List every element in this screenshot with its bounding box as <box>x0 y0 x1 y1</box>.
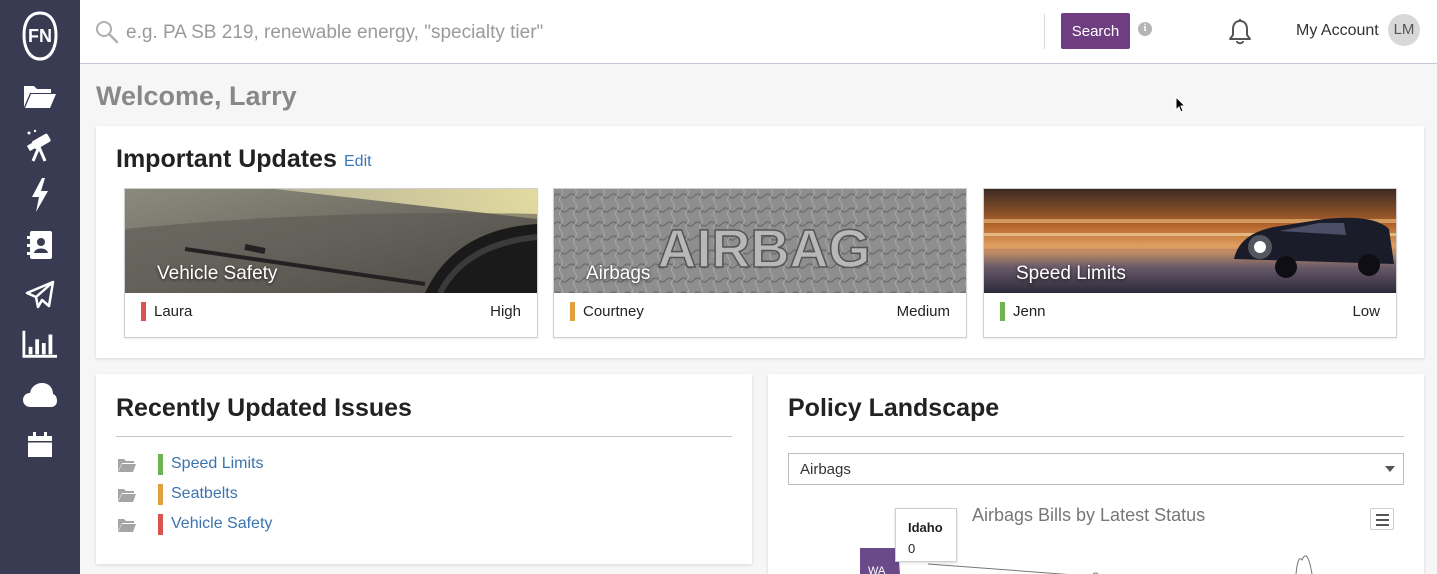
tile-priority: Medium <box>896 303 950 320</box>
policy-landscape-card: Policy Landscape Airbags Airbags Bills b… <box>768 374 1424 574</box>
tile-owner: Jenn <box>1013 303 1046 320</box>
issue-color-bar <box>158 514 163 535</box>
mouse-cursor-icon <box>1175 96 1187 113</box>
bar-chart-icon[interactable] <box>22 326 58 362</box>
tile-owner: Laura <box>154 303 193 320</box>
tile-owner: Courtney <box>583 303 644 320</box>
issue-label[interactable]: Vehicle Safety <box>171 515 272 533</box>
divider <box>116 436 732 437</box>
search-icon <box>95 20 119 44</box>
svg-text:AIRBAG: AIRBAG <box>658 219 871 279</box>
my-account-link[interactable]: My Account <box>1296 22 1379 40</box>
bell-icon[interactable] <box>1227 18 1253 46</box>
caret-down-icon <box>1385 466 1395 472</box>
contacts-book-icon[interactable] <box>22 227 58 263</box>
map-title: Airbags Bills by Latest Status <box>972 505 1206 525</box>
priority-color-bar <box>570 302 575 321</box>
tile-title: Speed Limits <box>1016 263 1126 284</box>
issue-label[interactable]: Seatbelts <box>171 485 238 503</box>
policy-landscape-title: Policy Landscape <box>788 394 1000 422</box>
top-divider <box>1044 14 1045 49</box>
tile-priority: High <box>490 303 521 320</box>
update-tile-airbags[interactable]: AIRBAG Airbags Courtney Medium <box>553 188 967 338</box>
issue-select-dropdown[interactable]: Airbags <box>788 453 1404 485</box>
folder-icon <box>118 459 136 472</box>
fn-logo[interactable]: FN <box>22 11 58 61</box>
tooltip-value: 0 <box>908 541 916 556</box>
avatar[interactable]: LM <box>1388 14 1420 46</box>
recently-updated-issues-card: Recently Updated Issues Speed Limits Sea… <box>96 374 752 564</box>
recent-issues-title: Recently Updated Issues <box>116 394 412 422</box>
welcome-heading: Welcome, Larry <box>96 81 297 111</box>
edit-updates-link[interactable]: Edit <box>344 153 372 171</box>
map-tooltip: Idaho 0 <box>895 508 957 562</box>
priority-color-bar <box>141 302 146 321</box>
cloud-icon[interactable] <box>22 377 58 413</box>
important-updates-title: Important Updates <box>116 145 337 173</box>
folder-icon <box>118 489 136 502</box>
state-label-wa: WA <box>868 565 886 574</box>
top-bar: Search i My Account LM <box>80 0 1437 64</box>
chart-menu-button[interactable] <box>1370 508 1394 530</box>
issue-color-bar <box>158 484 163 505</box>
tile-title: Airbags <box>586 263 651 284</box>
svg-text:FN: FN <box>28 26 52 46</box>
search-input[interactable] <box>126 16 1026 50</box>
update-tile-vehicle-safety[interactable]: Vehicle Safety Laura High <box>124 188 538 338</box>
issue-color-bar <box>158 454 163 475</box>
tooltip-state: Idaho <box>908 520 943 535</box>
paper-plane-icon[interactable] <box>22 277 58 313</box>
telescope-icon[interactable] <box>22 128 58 164</box>
search-button[interactable]: Search <box>1061 13 1130 49</box>
update-tile-speed-limits[interactable]: Speed Limits Jenn Low <box>983 188 1397 338</box>
important-updates-card: Important Updates Edit Vehicle Safety La… <box>96 126 1424 358</box>
tile-title: Vehicle Safety <box>157 263 278 284</box>
tile-priority: Low <box>1352 303 1380 320</box>
folder-open-icon[interactable] <box>22 78 58 114</box>
lightning-icon[interactable] <box>22 177 58 213</box>
calendar-icon[interactable] <box>22 427 58 463</box>
issue-label[interactable]: Speed Limits <box>171 455 264 473</box>
sidebar: FN <box>0 0 80 574</box>
info-icon[interactable]: i <box>1138 22 1152 36</box>
priority-color-bar <box>1000 302 1005 321</box>
selected-issue: Airbags <box>800 461 851 478</box>
folder-icon <box>118 519 136 532</box>
divider <box>788 436 1404 437</box>
